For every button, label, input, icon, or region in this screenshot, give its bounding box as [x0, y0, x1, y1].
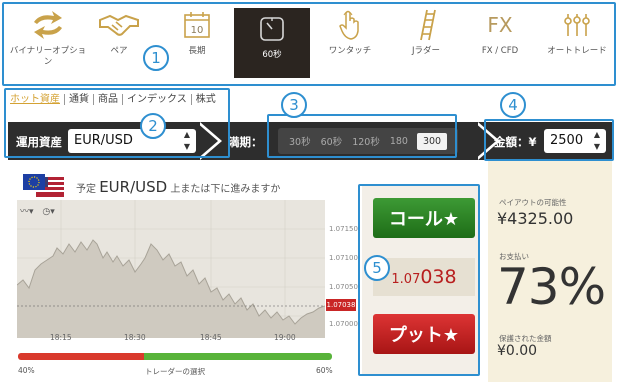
x-tick-label: 19:00: [274, 333, 296, 342]
tab-fx-cfd[interactable]: FX FX / CFD: [470, 8, 530, 78]
expiry-option-120s[interactable]: 120秒: [347, 134, 385, 148]
expiry-selector: 30秒 60秒 120秒 180 300: [278, 128, 458, 154]
payout-label: ペイアウトの可能性: [499, 198, 567, 207]
tab-60-seconds[interactable]: 60秒: [234, 8, 310, 78]
tab-label: バイナリーオプション: [9, 46, 87, 67]
annotation-badge-5: 5: [364, 255, 390, 281]
tab-label: Jラダー: [411, 46, 440, 56]
question-pair: EUR/USD: [99, 178, 168, 196]
trader-sentiment-bar: [18, 353, 332, 360]
select-caret-icon: ▲ ▼: [593, 130, 600, 151]
asset-tab-stocks[interactable]: 株式: [190, 94, 220, 105]
expiry-option-180[interactable]: 180: [385, 136, 413, 147]
price-area-fill: [17, 240, 325, 338]
asset-label: 運用資産: [16, 135, 62, 149]
calendar-icon: 10: [182, 8, 212, 42]
sentiment-put-percent: 40%: [18, 366, 35, 375]
asset-select-value: EUR/USD: [74, 133, 133, 148]
current-price-tag: 1.07038: [326, 299, 356, 311]
fx-icon-text: FX: [487, 12, 513, 37]
amount-select-value: 2500: [550, 133, 584, 148]
chevron-separator-icon: [196, 122, 218, 160]
expiry-option-60s[interactable]: 60秒: [316, 134, 348, 148]
y-tick-label: 1.07000: [329, 320, 358, 328]
ladder-icon: [415, 8, 437, 42]
question-prefix: 予定: [76, 184, 96, 195]
select-caret-icon: ▲ ▼: [183, 130, 190, 151]
x-tick-label: 18:15: [50, 333, 72, 342]
tab-label: オートトレード: [547, 46, 607, 56]
y-tick-label: 1.07150: [329, 225, 358, 233]
asset-tab-index[interactable]: インデックス: [122, 94, 191, 105]
price-prefix: 1.07: [391, 272, 421, 287]
tab-label: ワンタッチ: [328, 46, 372, 56]
tab-label: ペア: [110, 46, 128, 56]
call-button[interactable]: コール★: [373, 198, 475, 238]
tab-label: 長期: [188, 46, 206, 56]
annotation-badge-2: 2: [140, 113, 166, 139]
arrows-cycle-icon: [28, 8, 68, 42]
sentiment-label: トレーダーの選択: [145, 367, 205, 376]
price-suffix: 038: [420, 266, 457, 288]
eu-us-flag-icon: [23, 174, 64, 197]
y-tick-label: 1.07050: [329, 283, 358, 291]
annotation-badge-3: 3: [281, 92, 307, 118]
expiry-option-300[interactable]: 300: [416, 132, 448, 150]
put-button[interactable]: プット★: [373, 314, 475, 354]
annotation-badge-4: 4: [500, 92, 526, 118]
svg-text:10: 10: [191, 25, 204, 36]
x-tick-label: 18:45: [200, 333, 222, 342]
amount-select[interactable]: 2500 ▲ ▼: [544, 129, 606, 153]
asset-tab-commodity[interactable]: 商品: [93, 94, 122, 105]
asset-select[interactable]: EUR/USD ▲ ▼: [68, 129, 196, 153]
tab-j-ladder[interactable]: Jラダー: [398, 8, 454, 78]
sentiment-call-percent: 60%: [316, 366, 333, 375]
fx-text-icon: FX: [487, 8, 512, 42]
amount-label: 金額：¥: [494, 135, 537, 149]
trade-control-strip: 運用資産 EUR/USD ▲ ▼ 満期： 30秒 60秒 120秒 180 300…: [8, 122, 612, 160]
asset-class-tabs: ホット資産 通貨 商品 インデックス 株式: [10, 94, 220, 105]
guaranteed-value: ¥0.00: [497, 343, 538, 359]
handshake-icon: [98, 8, 140, 42]
tab-binary-option[interactable]: バイナリーオプション: [6, 8, 90, 78]
price-chart-svg: [17, 200, 325, 338]
payout-percent: 73%: [497, 258, 606, 316]
clock-face-icon: [258, 12, 286, 46]
chevron-separator-icon: [474, 122, 496, 160]
tab-label: FX / CFD: [481, 46, 519, 56]
tab-pair[interactable]: ペア: [94, 8, 144, 78]
x-tick-label: 18:30: [124, 333, 146, 342]
tab-long-term[interactable]: 10 長期: [172, 8, 222, 78]
asset-tab-currency[interactable]: 通貨: [64, 94, 93, 105]
annotation-badge-1: 1: [143, 45, 169, 71]
sliders-icon: [562, 8, 592, 42]
tab-auto-trade[interactable]: オートトレード: [540, 8, 614, 78]
question-text: 上または下に進みますか: [170, 184, 281, 195]
asset-tab-hot[interactable]: ホット資産: [10, 94, 64, 105]
expiry-option-30s[interactable]: 30秒: [284, 134, 316, 148]
sentiment-call-segment: [143, 353, 332, 360]
chart-question: 予定 EUR/USD 上または下に進みますか: [76, 178, 280, 196]
touch-hand-icon: [337, 8, 363, 42]
tab-one-touch[interactable]: ワンタッチ: [320, 8, 380, 78]
expiry-label: 満期：: [228, 135, 263, 149]
sentiment-put-segment: [18, 353, 144, 360]
payout-value: ¥4325.00: [497, 209, 574, 228]
y-tick-label: 1.07100: [329, 254, 358, 262]
tab-label: 60秒: [262, 50, 282, 60]
